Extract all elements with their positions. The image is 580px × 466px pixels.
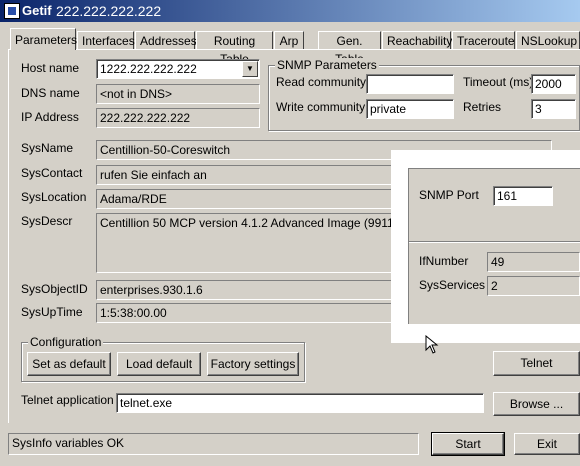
ifnumber-label: IfNumber <box>419 254 469 268</box>
tab-routing-table[interactable]: Routing Table <box>196 31 273 66</box>
sysuptime-label: SysUpTime <box>21 305 83 319</box>
sysservices-value: 2 <box>491 279 498 293</box>
host-name-label: Host name <box>21 61 80 75</box>
write-community-input[interactable]: private <box>366 99 454 119</box>
snmp-port-input[interactable]: 161 <box>493 186 553 206</box>
ifnumber-field: 49 <box>487 252 580 272</box>
dns-name-field: <not in DNS> <box>96 84 260 104</box>
telnet-button[interactable]: Telnet <box>493 351 580 376</box>
tab-reachability[interactable]: Reachability <box>382 31 452 49</box>
host-name-value: 1222.222.222.222 <box>100 62 197 76</box>
tab-nslookup[interactable]: NSLookup <box>516 31 580 49</box>
configuration-title: Configuration <box>28 335 104 349</box>
set-as-default-button[interactable]: Set as default <box>27 352 111 376</box>
timeout-input[interactable]: 2000 <box>531 74 576 94</box>
sysobjectid-label: SysObjectID <box>21 282 88 296</box>
tab-traceroute[interactable]: Traceroute <box>452 31 515 49</box>
read-community-input[interactable] <box>366 74 454 94</box>
window-title-host: 222.222.222.222 <box>56 3 162 19</box>
snmp-parameters-title: SNMP Parameters <box>275 58 379 72</box>
syscontact-label: SysContact <box>21 166 83 180</box>
tab-parameters[interactable]: Parameters <box>10 28 77 50</box>
sysobjectid-value: enterprises.930.1.6 <box>100 283 203 297</box>
ip-address-field: 222.222.222.222 <box>96 108 260 128</box>
mouse-cursor-icon <box>425 335 439 354</box>
syslocation-label: SysLocation <box>21 190 87 204</box>
tab-gen-table[interactable]: Gen. Table <box>318 31 381 66</box>
start-button[interactable]: Start <box>431 432 505 456</box>
dns-name-label: DNS name <box>21 86 80 100</box>
ip-address-label: IP Address <box>21 110 79 124</box>
tab-addresses[interactable]: Addresses <box>135 31 197 49</box>
retries-label: Retries <box>463 100 502 114</box>
window-title: Getif <box>22 3 52 18</box>
chevron-down-icon[interactable]: ▼ <box>242 61 258 77</box>
retries-value: 3 <box>535 102 542 116</box>
sysservices-label: SysServices <box>419 278 486 292</box>
snmp-port-label: SNMP Port <box>419 188 479 202</box>
read-community-label: Read community <box>276 75 367 89</box>
sysdescr-value: Centillion 50 MCP version 4.1.2 Advanced… <box>100 216 417 230</box>
browse-button[interactable]: Browse ... <box>493 392 580 416</box>
status-text: SysInfo variables OK <box>12 436 125 450</box>
sysdescr-label: SysDescr <box>21 214 73 228</box>
sysname-value: Centillion-50-Coreswitch <box>100 143 231 157</box>
telnet-application-value: telnet.exe <box>120 396 173 410</box>
status-bar: SysInfo variables OK <box>8 433 419 455</box>
syscontact-value: rufen Sie einfach an <box>100 168 207 182</box>
telnet-application-label: Telnet application <box>21 393 114 407</box>
write-community-label: Write community <box>276 100 366 114</box>
ifnumber-value: 49 <box>491 255 505 269</box>
load-default-button[interactable]: Load default <box>117 352 201 376</box>
retries-input[interactable]: 3 <box>531 99 576 119</box>
timeout-value: 2000 <box>535 77 562 91</box>
exit-button[interactable]: Exit <box>514 433 580 455</box>
snmp-port-value: 161 <box>497 189 518 203</box>
sysservices-field: 2 <box>487 276 580 296</box>
sysname-label: SysName <box>21 141 74 155</box>
factory-settings-button[interactable]: Factory settings <box>207 352 299 376</box>
write-community-value: private <box>370 102 407 116</box>
dns-name-value: <not in DNS> <box>100 87 173 101</box>
overlay-divider-highlight <box>409 242 580 243</box>
syslocation-value: Adama/RDE <box>100 192 167 206</box>
tab-interfaces[interactable]: Interfaces <box>77 31 135 49</box>
tab-arp[interactable]: Arp <box>274 31 304 49</box>
telnet-application-input[interactable]: telnet.exe <box>116 393 484 413</box>
ip-address-value: 222.222.222.222 <box>100 111 191 125</box>
host-name-combobox[interactable]: 1222.222.222.222 <box>96 59 260 79</box>
title-bar: Getif 222.222.222.222 <box>0 0 580 22</box>
app-icon <box>4 3 20 19</box>
timeout-label: Timeout (ms) <box>463 75 534 89</box>
sysuptime-value: 1:5:38:00.00 <box>100 306 167 320</box>
